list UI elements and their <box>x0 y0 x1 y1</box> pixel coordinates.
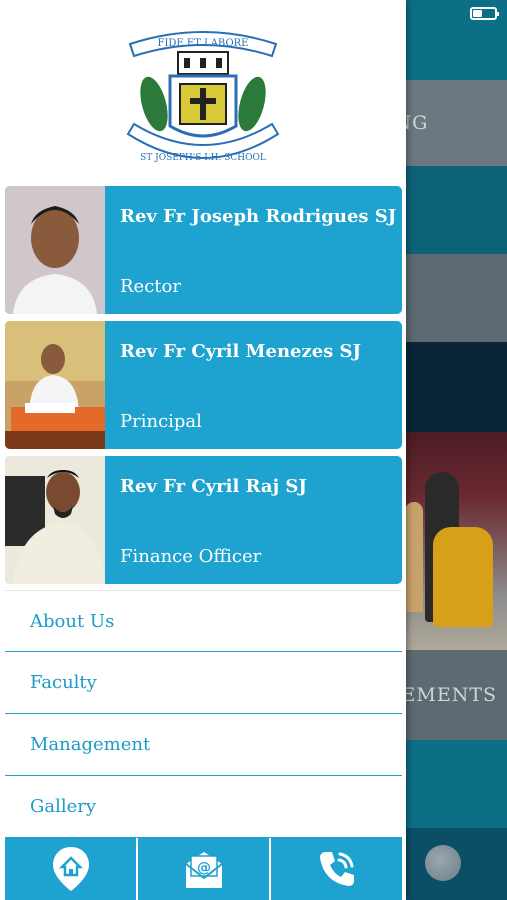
person-photo <box>5 186 105 314</box>
school-logo: FIDE ET LABORE ST JOSEPH'S I.H. SCHOOL <box>122 22 284 180</box>
menu-item-gallery[interactable]: Gallery <box>5 776 402 838</box>
bottom-action-bar: @ <box>5 838 402 900</box>
person-name: Rev Fr Cyril Menezes SJ <box>120 341 362 362</box>
person-role: Rector <box>120 276 181 297</box>
menu-item-about-us[interactable]: About Us <box>5 590 402 652</box>
navigation-drawer: FIDE ET LABORE ST JOSEPH'S I.H. SCHOOL R… <box>0 0 406 900</box>
battery-icon <box>470 7 499 20</box>
person-photo <box>5 456 105 584</box>
location-icon <box>52 847 89 891</box>
bg-person <box>433 527 493 627</box>
logo-motto: FIDE ET LABORE <box>158 38 249 49</box>
bg-person <box>405 502 423 612</box>
bg-event-photo[interactable] <box>405 432 507 650</box>
globe-icon[interactable] <box>425 845 461 881</box>
menu-item-faculty[interactable]: Faculty <box>5 652 402 714</box>
person-card-rector[interactable]: Rev Fr Joseph Rodrigues SJ Rector <box>5 186 402 314</box>
drawer-menu: About Us Faculty Management Gallery <box>5 590 402 838</box>
person-name: Rev Fr Joseph Rodrigues SJ <box>120 206 397 227</box>
person-role: Principal <box>120 411 202 432</box>
person-card-principal[interactable]: Rev Fr Cyril Menezes SJ Principal <box>5 321 402 449</box>
person-role: Finance Officer <box>120 546 262 567</box>
phone-icon <box>319 852 354 886</box>
person-card-finance-officer[interactable]: Rev Fr Cyril Raj SJ Finance Officer <box>5 456 402 584</box>
email-icon: @ <box>184 852 223 888</box>
phone-button[interactable] <box>271 838 402 900</box>
menu-item-management[interactable]: Management <box>5 714 402 776</box>
person-photo <box>5 321 105 449</box>
email-button[interactable]: @ <box>138 838 271 900</box>
location-button[interactable] <box>5 838 138 900</box>
logo-school-name: ST JOSEPH'S I.H. SCHOOL <box>140 153 266 163</box>
person-name: Rev Fr Cyril Raj SJ <box>120 476 307 497</box>
